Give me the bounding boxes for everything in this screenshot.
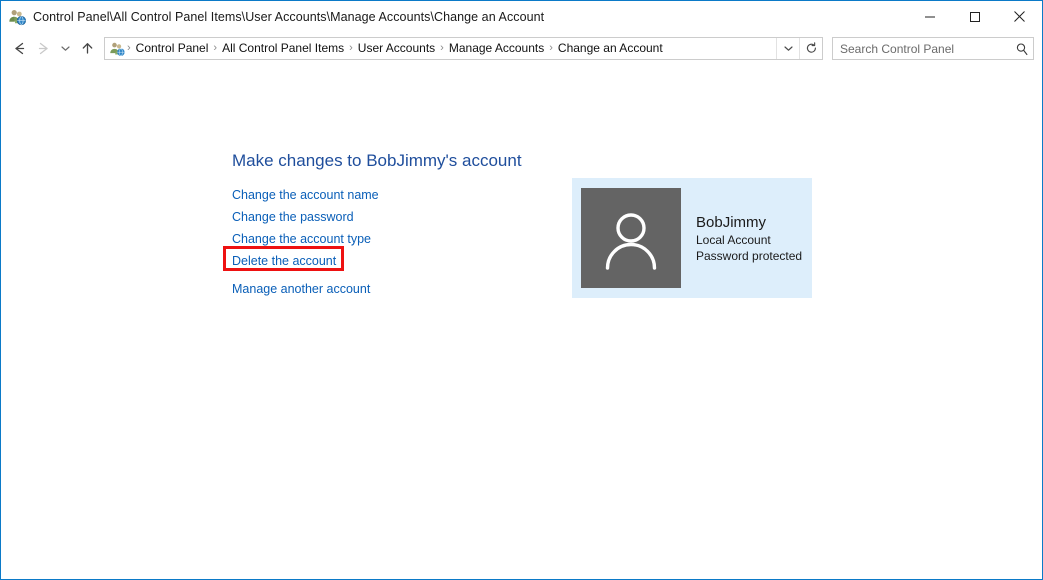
recent-locations-chevron-icon[interactable] [55, 37, 75, 61]
breadcrumb-item-control-panel[interactable]: Control Panel [131, 38, 214, 59]
change-password-link[interactable]: Change the password [232, 206, 354, 228]
breadcrumb-item-user-accounts[interactable]: User Accounts [353, 38, 440, 59]
delete-account-link[interactable]: Delete the account [232, 250, 336, 272]
navigation-bar: › Control Panel › All Control Panel Item… [1, 32, 1042, 65]
user-accounts-icon [8, 8, 26, 26]
user-accounts-icon [109, 41, 125, 57]
breadcrumb: › Control Panel › All Control Panel Item… [105, 38, 776, 59]
window-title: Control Panel\All Control Panel Items\Us… [33, 10, 907, 24]
control-panel-window: Control Panel\All Control Panel Items\Us… [0, 0, 1043, 580]
content-area: Make changes to BobJimmy's account Chang… [1, 65, 1042, 579]
account-details: BobJimmy Local Account Password protecte… [696, 213, 802, 264]
refresh-icon[interactable] [799, 38, 822, 59]
user-avatar-icon [594, 201, 668, 275]
maximize-button[interactable] [952, 1, 997, 32]
forward-arrow-icon [31, 37, 55, 61]
search-icon[interactable] [1011, 42, 1033, 56]
chevron-down-icon[interactable] [776, 38, 799, 59]
change-account-name-link[interactable]: Change the account name [232, 184, 379, 206]
breadcrumb-item-all-control-panel-items[interactable]: All Control Panel Items [217, 38, 349, 59]
search-input[interactable] [833, 42, 1011, 56]
task-link-list: Change the account name Change the passw… [232, 184, 532, 300]
close-button[interactable] [997, 1, 1042, 32]
avatar [581, 188, 681, 288]
breadcrumb-item-change-an-account[interactable]: Change an Account [553, 38, 668, 59]
address-bar[interactable]: › Control Panel › All Control Panel Item… [104, 37, 823, 60]
account-summary-panel: BobJimmy Local Account Password protecte… [572, 178, 812, 298]
manage-another-account-link[interactable]: Manage another account [232, 278, 370, 300]
window-controls [907, 1, 1042, 32]
change-account-type-link[interactable]: Change the account type [232, 228, 371, 250]
account-name: BobJimmy [696, 213, 802, 232]
minimize-button[interactable] [907, 1, 952, 32]
breadcrumb-item-manage-accounts[interactable]: Manage Accounts [444, 38, 549, 59]
account-type: Local Account [696, 232, 802, 248]
account-password-status: Password protected [696, 248, 802, 264]
title-bar: Control Panel\All Control Panel Items\Us… [1, 0, 1042, 32]
back-arrow-icon[interactable] [7, 37, 31, 61]
search-box[interactable] [832, 37, 1034, 60]
page-title: Make changes to BobJimmy's account [232, 151, 522, 171]
up-arrow-icon[interactable] [75, 37, 99, 61]
